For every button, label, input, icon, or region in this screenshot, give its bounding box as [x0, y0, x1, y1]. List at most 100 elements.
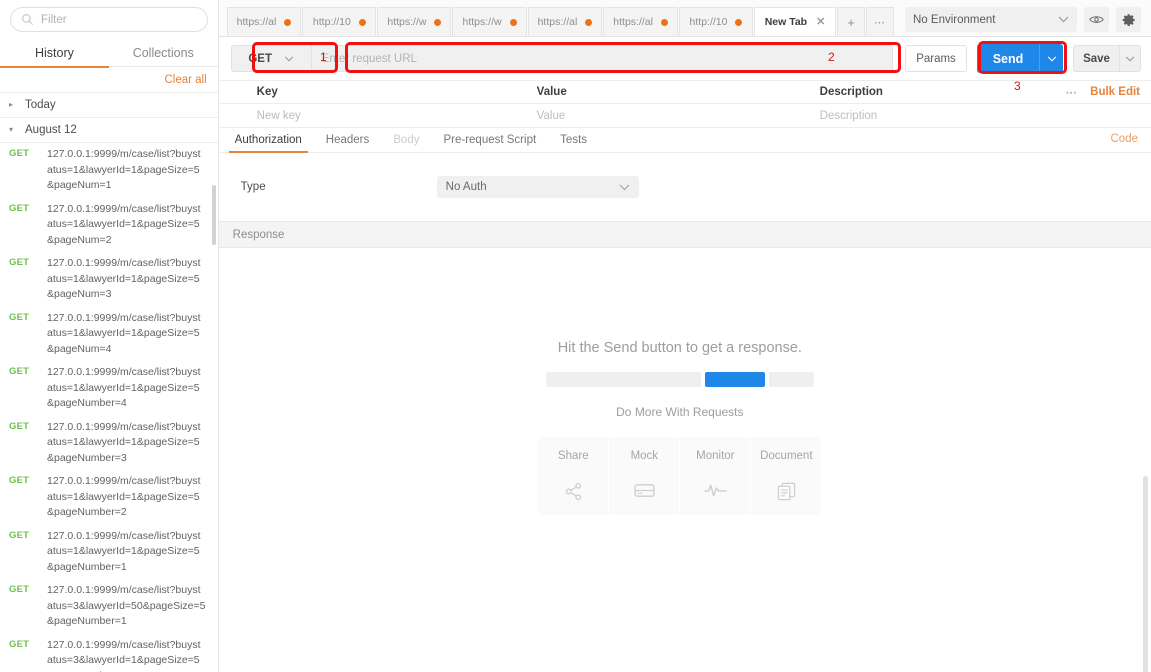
save-options-button[interactable] — [1119, 45, 1141, 72]
response-header: Response — [218, 221, 1151, 248]
auth-type-selector[interactable]: No Auth — [436, 176, 639, 198]
params-header-value: Value — [536, 86, 567, 98]
history-item-url: 127.0.0.1:9999/m/case/list?buystatus=1&l… — [47, 420, 201, 464]
request-tab-label: https://al — [537, 16, 578, 28]
bulk-edit-button[interactable]: Bulk Edit — [1090, 86, 1140, 98]
history-item[interactable]: GET 127.0.0.1:9999/m/case/list?buystatus… — [0, 198, 218, 253]
request-tab-label: New Tab — [764, 16, 808, 28]
tab-body[interactable]: Body — [381, 127, 431, 152]
tab-pre-request-script-label: Pre-request Script — [443, 133, 537, 146]
tab-tests[interactable]: Tests — [548, 127, 599, 152]
history-item-method: GET — [9, 148, 30, 159]
ellipsis-icon[interactable]: ⋯ — [1066, 86, 1079, 99]
tab-body-label: Body — [393, 133, 420, 146]
history-item[interactable]: GET 127.0.0.1:9999/m/case/list?buystatus… — [0, 525, 218, 580]
environment-zone: No Environment — [895, 7, 1151, 36]
send-options-button[interactable] — [1039, 44, 1063, 73]
history-item[interactable]: GET 127.0.0.1:9999/m/case/list?buystatus… — [0, 307, 218, 362]
history-item[interactable]: GET 127.0.0.1:9999/m/case/list?buystatus… — [0, 252, 218, 307]
request-tab-label: https://al — [613, 16, 653, 28]
search-input[interactable] — [41, 13, 197, 26]
history-item-url: 127.0.0.1:9999/m/case/list?buystatus=1&l… — [47, 475, 201, 518]
params-table-header: Key Value Description ⋯ Bulk Edit — [218, 81, 1151, 104]
history-item[interactable]: GET 127.0.0.1:9999/m/case/list?buystatus… — [0, 416, 218, 471]
unsaved-dot-icon — [509, 18, 517, 26]
sidebar-tab-history[interactable]: History — [0, 38, 109, 68]
http-method-selector[interactable]: GET — [230, 45, 311, 72]
filter-box[interactable] — [10, 7, 208, 32]
history-item[interactable]: GET 127.0.0.1:9999/m/case/list?buystatus… — [0, 634, 218, 672]
sidebar-tab-history-label: History — [34, 45, 74, 60]
request-url-bar: GET Params Send — [218, 37, 1151, 81]
response-body: Hit the Send button to get a response. D… — [218, 248, 1151, 672]
tab-headers[interactable]: Headers — [314, 127, 381, 152]
do-more-label: Do More With Requests — [616, 405, 744, 419]
request-tab[interactable]: https://w — [452, 7, 527, 36]
history-item-url: 127.0.0.1:9999/m/case/list?buystatus=3&l… — [47, 584, 206, 627]
history-item[interactable]: GET 127.0.0.1:9999/m/case/list?buystatus… — [0, 470, 218, 525]
response-empty-message: Hit the Send button to get a response. — [557, 340, 802, 356]
sidebar: History Collections Clear all Today Augu… — [0, 0, 219, 672]
response-header-label: Response — [232, 228, 285, 241]
environment-selected-label: No Environment — [913, 13, 996, 26]
card-document[interactable]: Document — [751, 437, 822, 515]
chevron-right-icon — [9, 101, 18, 109]
unsaved-dot-icon — [284, 18, 292, 26]
history-group-august-12-label: August 12 — [25, 124, 77, 136]
tab-authorization-label: Authorization — [234, 133, 302, 146]
code-link[interactable]: Code — [1111, 127, 1151, 152]
history-group-today[interactable]: Today — [0, 93, 218, 118]
request-tab[interactable]: http://10 — [302, 7, 377, 36]
params-description-input[interactable]: Description — [815, 110, 1151, 122]
card-share[interactable]: Share — [538, 437, 609, 515]
request-tab[interactable]: https://al — [226, 7, 302, 36]
send-button[interactable]: Send — [977, 44, 1039, 73]
params-button[interactable]: Params — [905, 45, 967, 72]
history-item-method: GET — [9, 584, 30, 595]
history-item-url: 127.0.0.1:9999/m/case/list?buystatus=1&l… — [47, 148, 201, 191]
save-button-label: Save — [1083, 52, 1110, 65]
history-item[interactable]: GET 127.0.0.1:9999/m/case/list?buystatus… — [0, 143, 218, 198]
params-value-input[interactable]: Value — [532, 110, 815, 122]
request-tab[interactable]: http://10 — [679, 7, 753, 36]
card-mock-label: Mock — [630, 450, 659, 462]
auth-type-label: Type — [240, 181, 266, 193]
send-button-group: Send — [977, 44, 1063, 73]
environment-quick-look-button[interactable] — [1084, 7, 1109, 32]
main-scrollbar-thumb[interactable] — [1143, 476, 1148, 672]
params-key-input[interactable]: New key — [252, 110, 532, 122]
request-tab[interactable]: https://al — [603, 7, 678, 36]
close-icon[interactable]: ✕ — [816, 16, 825, 28]
clear-all-row: Clear all — [0, 67, 218, 93]
sidebar-scrollbar-thumb[interactable] — [211, 185, 216, 245]
placeholder-bars — [545, 372, 814, 387]
settings-button[interactable] — [1116, 7, 1141, 32]
params-button-label: Params — [916, 52, 956, 65]
history-item[interactable]: GET 127.0.0.1:9999/m/case/list?buystatus… — [0, 361, 218, 416]
card-monitor[interactable]: Monitor — [680, 437, 751, 515]
feature-cards: Share Mock Monitor Document — [538, 437, 822, 515]
ellipsis-icon[interactable]: ⋯ — [866, 7, 894, 36]
request-tab[interactable]: https://w — [377, 7, 452, 36]
request-tab-new-tab[interactable]: New Tab ✕ — [754, 7, 836, 36]
params-table-row[interactable]: New key Value Description — [218, 104, 1151, 128]
share-icon — [565, 482, 582, 501]
card-mock[interactable]: Mock — [609, 437, 680, 515]
sidebar-tab-collections[interactable]: Collections — [109, 38, 218, 67]
params-header-description: Description — [819, 86, 883, 98]
plus-icon[interactable]: + — [837, 7, 865, 36]
request-tab[interactable]: https://al — [527, 7, 603, 36]
sidebar-tabs: History Collections — [0, 38, 218, 68]
tab-pre-request-script[interactable]: Pre-request Script — [431, 127, 548, 152]
history-group-august-12[interactable]: August 12 — [0, 118, 218, 143]
chevron-down-icon — [1125, 55, 1135, 62]
request-url-input[interactable] — [310, 45, 893, 72]
history-list[interactable]: Today August 12 GET 127.0.0.1:9999/m/cas… — [0, 93, 218, 672]
clear-all-button[interactable]: Clear all — [164, 74, 206, 86]
params-header-actions: ⋯ Bulk Edit — [1066, 86, 1151, 99]
placeholder-bar — [545, 372, 701, 387]
tab-authorization[interactable]: Authorization — [223, 127, 314, 153]
environment-selector[interactable]: No Environment — [905, 7, 1077, 32]
save-button[interactable]: Save — [1073, 45, 1119, 72]
history-item[interactable]: GET 127.0.0.1:9999/m/case/list?buystatus… — [0, 579, 218, 634]
